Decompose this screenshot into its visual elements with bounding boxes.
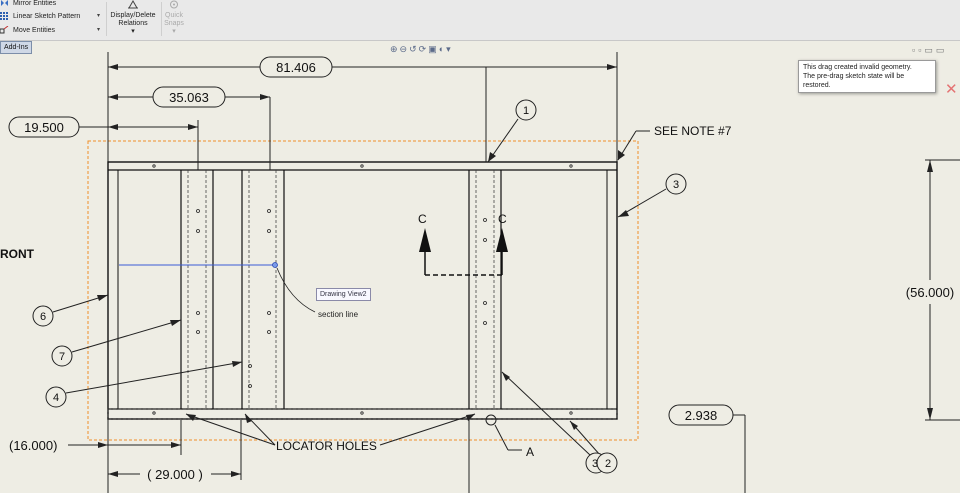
dimension-2-938[interactable]: 2.938	[668, 404, 745, 426]
balloon-7[interactable]: 7	[51, 319, 182, 367]
sketch-endpoint[interactable]	[272, 262, 278, 268]
drawing-view-tag: Drawing View2	[316, 288, 371, 301]
section-line-leader	[276, 267, 316, 313]
balloon-1-text: 1	[523, 105, 529, 117]
note-arrow	[618, 150, 625, 160]
locator-holes-callout[interactable]: LOCATOR HOLES	[185, 413, 476, 453]
dimension-56-000[interactable]: (56.000)	[906, 159, 960, 421]
error-close-icon[interactable]: ✕	[945, 80, 958, 98]
view-label: RONT	[0, 247, 35, 261]
dim-2-938-text: 2.938	[685, 408, 718, 423]
balloon-6-text: 6	[40, 311, 46, 323]
tooltip-line-1: This drag created invalid geometry.	[803, 64, 912, 71]
balloon-7-text: 7	[59, 351, 65, 363]
vertical-member-1	[180, 170, 214, 409]
detail-a-callout[interactable]: A	[485, 414, 534, 459]
dimension-29-000[interactable]: ( 29.000 )	[108, 467, 241, 482]
invalid-geometry-tooltip: This drag created invalid geometry. The …	[798, 60, 936, 93]
dim-16-000-text: (16.000)	[9, 438, 57, 453]
dim-56-000-text: (56.000)	[906, 285, 954, 300]
dim-29-000-text: ( 29.000 )	[147, 467, 203, 482]
vertical-member-3	[468, 170, 502, 409]
section-line-c	[419, 228, 508, 276]
dimension-35-063[interactable]: 35.063	[108, 86, 270, 108]
balloon-3-top[interactable]: 3	[617, 173, 687, 218]
balloon-3-2-stack[interactable]: 3 2	[501, 371, 618, 474]
balloon-3b-text: 3	[592, 458, 598, 470]
dimension-81-406[interactable]: 81.406	[108, 56, 617, 78]
section-letter-left: C	[418, 212, 427, 226]
locator-holes-label: LOCATOR HOLES	[276, 439, 377, 453]
section-letter-right: C	[498, 212, 507, 226]
dim-35-063-text: 35.063	[169, 90, 209, 105]
balloon-1[interactable]: 1	[487, 99, 537, 163]
balloon-3-text: 3	[673, 179, 679, 191]
tooltip-line-3: restored.	[803, 82, 831, 89]
see-note-label: SEE NOTE #7	[654, 124, 732, 138]
balloon-4-text: 4	[53, 392, 59, 404]
detail-a-label: A	[526, 445, 534, 459]
dimension-19-500[interactable]: 19.500	[8, 116, 198, 138]
vertical-member-2	[241, 170, 285, 409]
dim-19-500-text: 19.500	[24, 120, 64, 135]
tooltip-line-2: The pre-drag sketch state will be	[803, 73, 905, 80]
section-line-label: section line	[318, 310, 359, 319]
dim-81-406-text: 81.406	[276, 60, 316, 75]
balloon-6[interactable]: 6	[32, 294, 109, 327]
balloon-2-text: 2	[605, 458, 611, 470]
